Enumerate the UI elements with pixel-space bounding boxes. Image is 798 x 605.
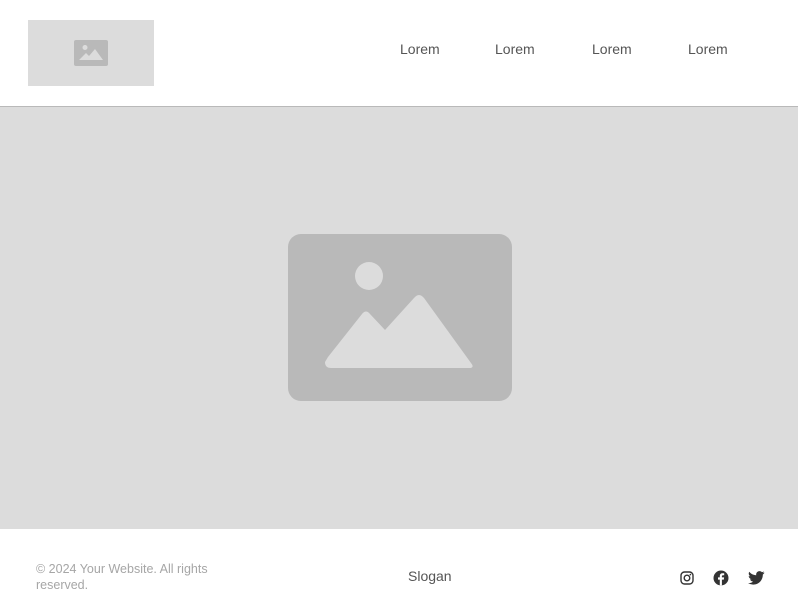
site-header: Lorem Lorem Lorem Lorem — [0, 0, 798, 107]
instagram-icon — [680, 571, 694, 585]
copyright-text: © 2024 Your Website. All rights reserved… — [36, 562, 208, 592]
facebook-link[interactable] — [712, 569, 730, 587]
site-footer: © 2024 Your Website. All rights reserved… — [0, 529, 798, 605]
nav-item-3[interactable]: Lorem — [592, 41, 632, 57]
twitter-icon — [747, 571, 765, 585]
nav-item-2[interactable]: Lorem — [495, 41, 535, 57]
hero-section — [0, 107, 798, 529]
hero-image — [288, 234, 512, 401]
image-placeholder-icon — [288, 234, 512, 401]
image-placeholder-icon — [74, 40, 108, 66]
logo[interactable] — [28, 20, 154, 86]
instagram-link[interactable] — [678, 569, 696, 587]
nav-item-4[interactable]: Lorem — [688, 41, 728, 57]
slogan-text: Slogan — [408, 568, 452, 584]
nav-item-1[interactable]: Lorem — [400, 41, 440, 57]
facebook-icon — [713, 570, 729, 586]
twitter-link[interactable] — [747, 569, 765, 587]
